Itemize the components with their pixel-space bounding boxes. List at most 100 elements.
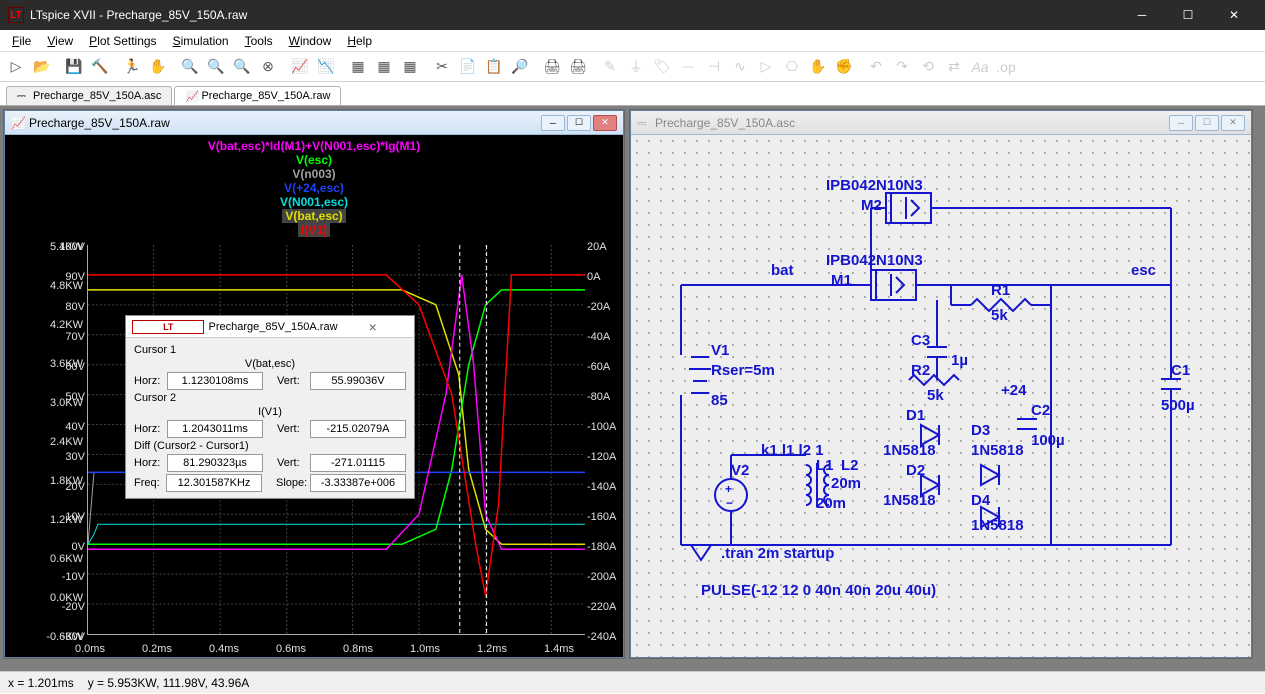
move-button[interactable]: ✋ (806, 55, 830, 79)
open-button[interactable]: 📂 (30, 55, 54, 79)
status-x: x = 1.201ms (8, 676, 74, 690)
child-close-button[interactable]: ✕ (593, 115, 617, 131)
wire-button[interactable]: ✎ (598, 55, 622, 79)
svg-text:85: 85 (711, 392, 728, 409)
cursor2-horz-input[interactable] (167, 420, 263, 438)
find-button[interactable]: 🔎 (508, 55, 532, 79)
text-button[interactable]: Aa (968, 55, 992, 79)
legend-item[interactable]: I(V1) (298, 223, 330, 237)
cascade-button[interactable]: ▦ (372, 55, 396, 79)
legend-item[interactable]: V(N001,esc) (5, 195, 623, 209)
component-button[interactable]: ⎔ (780, 55, 804, 79)
menubar: File View Plot Settings Simulation Tools… (0, 30, 1265, 52)
legend-item[interactable]: V(n003) (5, 167, 623, 181)
inductor-button[interactable]: ∿ (728, 55, 752, 79)
zoom-pan-button[interactable]: 🔍 (204, 55, 228, 79)
cursor1-vert-input[interactable] (310, 372, 406, 390)
mirror-button[interactable]: ⇄ (942, 55, 966, 79)
child-maximize-button[interactable]: ☐ (1195, 115, 1219, 131)
resistor-button[interactable]: ⎓ (676, 55, 700, 79)
svg-text:.tran 2m startup: .tran 2m startup (721, 545, 834, 562)
menu-tools[interactable]: Tools (237, 32, 281, 50)
zoom-out-button[interactable]: 🔍 (230, 55, 254, 79)
window-title: LTspice XVII - Precharge_85V_150A.raw (30, 8, 1119, 22)
cursor2-vert-input[interactable] (310, 420, 406, 438)
save-button[interactable]: 💾 (62, 55, 86, 79)
drag-button[interactable]: ✊ (832, 55, 856, 79)
zoom-fit-button[interactable]: ⊗ (256, 55, 280, 79)
svg-text:L2: L2 (841, 457, 859, 474)
control-panel-button[interactable]: 🔨 (88, 55, 112, 79)
menu-view[interactable]: View (39, 32, 81, 50)
toolbar: ▷ 📂 💾 🔨 🏃 ✋ 🔍 🔍 🔍 ⊗ 📈 📉 ▦ ▦ ▦ ✂ 📄 📋 🔎 🖨 … (0, 52, 1265, 82)
menu-window[interactable]: Window (281, 32, 340, 50)
y-tick-volt: 90V (49, 271, 85, 283)
x-tick: 0.0ms (75, 643, 105, 655)
label-button[interactable]: 🏷 (650, 55, 674, 79)
waveform-icon: 📈 (185, 90, 197, 102)
ground-button[interactable]: ⏚ (624, 55, 648, 79)
svg-text:5k: 5k (991, 307, 1008, 324)
undo-button[interactable]: ↶ (864, 55, 888, 79)
minimize-button[interactable]: ─ (1119, 0, 1165, 30)
diode-button[interactable]: ▷ (754, 55, 778, 79)
y-tick-volt: 50V (49, 391, 85, 403)
legend-item[interactable]: V(bat,esc)*Id(M1)+V(N001,esc)*Ig(M1) (5, 139, 623, 153)
x-tick: 0.6ms (276, 643, 306, 655)
diff-vert-input[interactable] (310, 454, 406, 472)
redo-button[interactable]: ↷ (890, 55, 914, 79)
svg-text:+: + (725, 482, 732, 496)
y-tick-volt: 20V (49, 481, 85, 493)
schematic-svg: bat V1 Rser=5m 85 IPB042N10N3 M2 IPB042N… (631, 135, 1251, 657)
add-trace-button[interactable]: 📉 (314, 55, 338, 79)
print-button[interactable]: 🖨 (540, 55, 564, 79)
close-all-button[interactable]: ▦ (398, 55, 422, 79)
cursor1-horz-input[interactable] (167, 372, 263, 390)
cut-button[interactable]: ✂ (430, 55, 454, 79)
menu-simulation[interactable]: Simulation (165, 32, 237, 50)
spice-directive-button[interactable]: .op (994, 55, 1018, 79)
plot-canvas[interactable]: V(bat,esc)*Id(M1)+V(N001,esc)*Ig(M1) V(e… (5, 135, 623, 657)
maximize-button[interactable]: ☐ (1165, 0, 1211, 30)
child-maximize-button[interactable]: ☐ (567, 115, 591, 131)
svg-text:IPB042N10N3: IPB042N10N3 (826, 252, 923, 269)
halt-button[interactable]: ✋ (146, 55, 170, 79)
tab-waveform[interactable]: 📈 Precharge_85V_150A.raw (174, 86, 341, 105)
diff-freq-input[interactable] (166, 474, 262, 492)
diff-horz-input[interactable] (167, 454, 263, 472)
print-setup-button[interactable]: 🖨 (566, 55, 590, 79)
close-button[interactable]: ✕ (1211, 0, 1257, 30)
diff-slope-input[interactable] (310, 474, 406, 492)
rotate-button[interactable]: ⟲ (916, 55, 940, 79)
menu-plot-settings[interactable]: Plot Settings (81, 32, 164, 50)
autorange-button[interactable]: 📈 (288, 55, 312, 79)
svg-text:V2: V2 (731, 462, 749, 479)
menu-help[interactable]: Help (339, 32, 380, 50)
copy-button[interactable]: 📄 (456, 55, 480, 79)
paste-button[interactable]: 📋 (482, 55, 506, 79)
plot-legend: V(bat,esc)*Id(M1)+V(N001,esc)*Ig(M1) V(e… (5, 139, 623, 237)
child-minimize-button[interactable]: ─ (541, 115, 565, 131)
tile-button[interactable]: ▦ (346, 55, 370, 79)
y-tick-volt: 60V (49, 361, 85, 373)
legend-item[interactable]: V(+24,esc) (5, 181, 623, 195)
capacitor-button[interactable]: ⊣ (702, 55, 726, 79)
child-minimize-button[interactable]: ─ (1169, 115, 1193, 131)
zoom-in-button[interactable]: 🔍 (178, 55, 202, 79)
schematic-window-titlebar[interactable]: ⎓ Precharge_85V_150A.asc ─ ☐ ✕ (631, 111, 1251, 135)
cursor-dialog-titlebar[interactable]: LT Precharge_85V_150A.raw × (126, 316, 414, 338)
new-schematic-button[interactable]: ▷ (4, 55, 28, 79)
menu-file[interactable]: File (4, 32, 39, 50)
cursor-dialog[interactable]: LT Precharge_85V_150A.raw × Cursor 1 V(b… (125, 315, 415, 499)
plot-window-titlebar[interactable]: 📈 Precharge_85V_150A.raw ─ ☐ ✕ (5, 111, 623, 135)
run-button[interactable]: 🏃 (120, 55, 144, 79)
legend-item[interactable]: V(bat,esc) (282, 209, 345, 223)
svg-text:D1: D1 (906, 407, 925, 424)
dialog-close-button[interactable]: × (338, 319, 408, 335)
schematic-canvas[interactable]: bat V1 Rser=5m 85 IPB042N10N3 M2 IPB042N… (631, 135, 1251, 657)
schematic-icon: ⎓ (17, 90, 29, 102)
legend-item[interactable]: V(esc) (5, 153, 623, 167)
tab-schematic[interactable]: ⎓ Precharge_85V_150A.asc (6, 86, 172, 105)
horz-label: Horz: (134, 375, 163, 387)
child-close-button[interactable]: ✕ (1221, 115, 1245, 131)
